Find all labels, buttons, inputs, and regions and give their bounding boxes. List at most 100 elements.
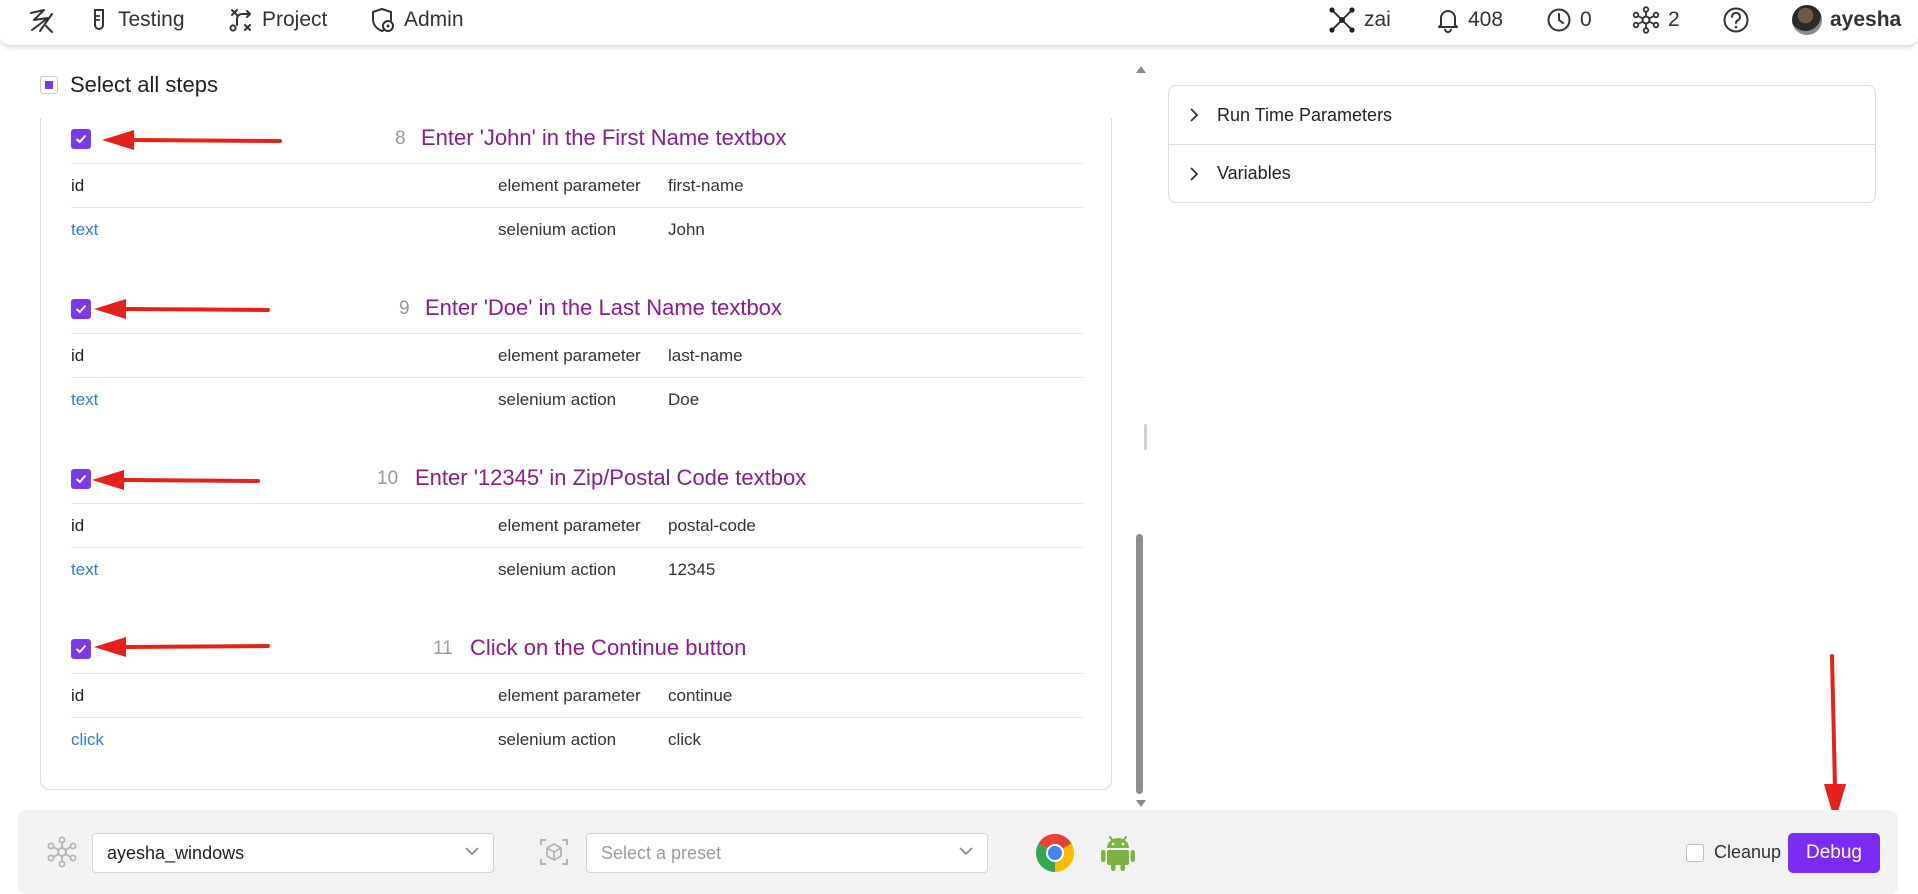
select-all-checkbox[interactable] [40,76,58,94]
user-menu[interactable]: ayesha [1792,5,1902,35]
bell-icon [1438,10,1458,33]
avatar [1792,5,1822,35]
row-value: Doe [668,390,700,409]
nav-admin-label: Admin [404,8,464,31]
accordion-label: Variables [1217,163,1291,183]
check-icon [75,474,87,484]
row-value: click [668,730,702,749]
chevron-down-icon [959,847,973,856]
cleanup-option[interactable]: Cleanup [1686,842,1781,863]
step-checkbox[interactable] [71,469,91,489]
nav-testing-label: Testing [118,8,185,31]
step-number: 8 [395,128,406,149]
debug-button[interactable]: Debug [1788,833,1880,873]
team-name: zai [1364,8,1391,31]
project-icon [229,9,251,32]
row-type: element parameter [498,516,641,535]
step-checkbox[interactable] [71,129,91,149]
history-count: 0 [1580,8,1592,31]
help-button[interactable] [1722,6,1750,34]
locator-type: id [71,176,85,195]
row-value: continue [668,686,733,705]
preset-select[interactable]: Select a preset [586,833,988,873]
row-value: first-name [668,176,744,195]
clock-icon [1547,8,1571,32]
preset-cube-icon [540,839,568,865]
row-type: selenium action [498,220,617,239]
notifications-button[interactable]: 408 [1436,6,1503,34]
locator-type: id [71,516,85,535]
annotation-arrow-down-icon [1824,654,1846,822]
annotation-arrow-icon [92,470,260,490]
row-type: element parameter [498,346,641,365]
row-value: last-name [668,346,743,365]
locator-type: id [71,686,85,705]
flask-icon [94,9,104,30]
nav-project-label: Project [262,8,328,31]
step-row: id element parameter last-name [71,334,1083,378]
step-title[interactable]: Enter 'Doe' in the Last Name textbox [425,295,782,321]
chevron-right-icon [1190,166,1199,181]
step-checkbox[interactable] [71,299,91,319]
panel-resize-handle[interactable] [1144,424,1147,450]
action-link[interactable]: text [71,390,98,410]
row-value: 12345 [668,560,716,579]
step-row: text selenium action Doe [71,378,1083,422]
action-link[interactable]: text [71,560,98,580]
node-hub-icon [47,836,77,868]
row-type: selenium action [498,560,617,579]
nav-testing[interactable]: Testing [88,6,185,34]
admin-shield-icon [372,8,394,32]
cleanup-checkbox[interactable] [1686,843,1704,862]
nav-project[interactable]: Project [228,6,327,34]
scroll-up-arrow-icon[interactable] [1136,66,1146,73]
chrome-browser-icon[interactable] [1034,832,1076,874]
step-row: click selenium action click [71,718,1083,762]
step-title[interactable]: Enter 'John' in the First Name textbox [421,125,786,151]
step-title[interactable]: Click on the Continue button [470,635,746,661]
row-value: John [668,220,705,239]
accordion-run-time-parameters[interactable]: Run Time Parameters [1169,86,1875,144]
cleanup-label: Cleanup [1714,842,1782,862]
run-toolbar: ayesha_windows Select a preset Cleanup D… [18,810,1898,894]
step-row: id element parameter first-name [71,164,1083,208]
scroll-down-arrow-icon[interactable] [1136,800,1146,807]
user-name: ayesha [1830,8,1902,31]
steps-list: 8 Enter 'John' in the First Name textbox… [40,118,1112,790]
check-icon [75,134,87,144]
nav-admin[interactable]: Admin [370,6,464,34]
node-select-value: ayesha_windows [107,842,245,863]
chevron-down-icon [465,847,479,856]
help-icon [1723,7,1749,33]
scrollbar-thumb[interactable] [1136,534,1143,794]
node-select[interactable]: ayesha_windows [92,833,494,873]
chevron-right-icon [1190,108,1199,122]
annotation-arrow-icon [102,130,282,150]
select-all-steps[interactable]: Select all steps [40,72,218,98]
row-type: element parameter [498,686,641,705]
notification-count: 408 [1468,8,1504,31]
app-logo[interactable] [26,7,56,35]
row-value: postal-code [668,516,756,535]
nodes-count: 2 [1668,8,1680,31]
locator-type: id [71,346,85,365]
step-title[interactable]: Enter '12345' in Zip/Postal Code textbox [415,465,806,491]
step-row: id element parameter postal-code [71,504,1083,548]
step-number: 10 [377,468,399,489]
check-icon [75,304,87,314]
parameters-accordion: Run Time Parameters Variables [1168,85,1876,203]
android-icon[interactable] [1098,832,1138,874]
action-link[interactable]: text [71,220,98,240]
step-number: 11 [433,638,453,659]
select-all-label: Select all steps [70,72,218,97]
row-type: element parameter [498,176,641,195]
nodes-button[interactable]: 2 [1632,6,1680,34]
check-icon [75,644,87,654]
annotation-arrow-icon [94,637,270,657]
team-selector[interactable]: zai [1328,6,1391,34]
step-checkbox[interactable] [71,639,91,659]
history-button[interactable]: 0 [1546,6,1592,34]
accordion-variables[interactable]: Variables [1169,144,1875,202]
step-row: text selenium action John [71,208,1083,252]
action-link[interactable]: click [71,730,104,750]
